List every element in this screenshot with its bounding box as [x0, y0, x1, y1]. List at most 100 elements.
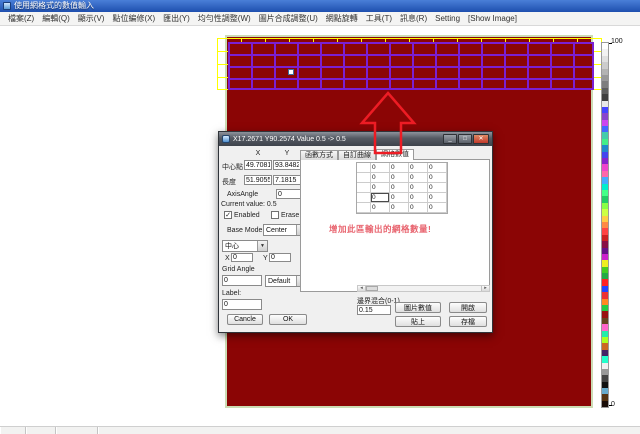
enabled-label: Enabled [234, 212, 260, 219]
menu-item[interactable]: 點位編修(X) [108, 13, 159, 24]
status-segment [26, 427, 56, 434]
tab-strip: 函數方式自訂曲線網格數值 [300, 149, 414, 160]
horizontal-scrollbar[interactable]: ◂ ▸ [357, 285, 490, 292]
length-x-field[interactable] [244, 175, 272, 185]
base-mode-label: Base Mode [227, 227, 262, 234]
table-cell[interactable]: 0 [390, 173, 409, 183]
label-field[interactable] [222, 299, 262, 310]
table-cell[interactable]: 0 [371, 193, 390, 203]
table-cell[interactable] [357, 183, 371, 193]
dialog-icon [222, 135, 230, 143]
table-cell[interactable]: 0 [428, 173, 447, 183]
menu-item[interactable]: 圖片合成調整(U) [255, 13, 322, 24]
offset-x-field[interactable] [231, 253, 253, 262]
table-cell[interactable]: 0 [390, 163, 409, 173]
table-cell[interactable]: 0 [409, 193, 428, 203]
menu-item[interactable]: 匯出(Y) [159, 13, 194, 24]
maximize-button[interactable]: □ [458, 134, 472, 144]
table-cell[interactable]: 0 [371, 163, 390, 173]
label-label: Label: [222, 290, 241, 297]
table-cell[interactable]: 0 [409, 163, 428, 173]
save-button[interactable]: 存檔 [449, 316, 487, 327]
dialog-title: X17.2671 Y90.2574 Value 0.5 -> 0.5 [233, 136, 440, 143]
grid-value-dialog: X17.2671 Y90.2574 Value 0.5 -> 0.5 _ □ ✕… [218, 131, 493, 333]
tab-3[interactable]: 網格數值 [376, 149, 414, 160]
table-cell[interactable]: 0 [428, 193, 447, 203]
table-cell[interactable]: 0 [371, 203, 390, 213]
app-window: 使用網格式的數值輸入 檔案(Z)編輯(Q)顯示(V)點位編修(X)匯出(Y)均勻… [0, 0, 640, 434]
cancel-button[interactable]: Cancle [227, 314, 263, 325]
grid-angle-field[interactable] [222, 275, 262, 286]
menu-bar: 檔案(Z)編輯(Q)顯示(V)點位編修(X)匯出(Y)均勻性調整(W)圖片合成調… [0, 12, 640, 26]
erase-dots-checkbox[interactable] [271, 211, 279, 219]
color-swatch[interactable] [602, 401, 608, 407]
table-cell[interactable] [357, 203, 371, 213]
color-scale-bar[interactable] [601, 42, 609, 408]
menu-item[interactable]: [Show Image] [464, 14, 521, 23]
open-button[interactable]: 開啟 [449, 302, 487, 313]
center-y-field[interactable] [273, 160, 301, 170]
current-value-text: Current value: 0.5 [221, 201, 277, 208]
scroll-right-icon[interactable]: ▸ [481, 286, 489, 291]
table-row: 0000 [357, 203, 447, 213]
scrollbar-thumb[interactable] [366, 286, 378, 291]
anchor-value: 中心 [225, 241, 239, 251]
table-cell[interactable]: 0 [371, 173, 390, 183]
table-cell[interactable]: 0 [428, 163, 447, 173]
close-button[interactable]: ✕ [473, 134, 489, 144]
selected-point-marker[interactable] [288, 69, 294, 75]
window-title: 使用網格式的數值輸入 [14, 2, 94, 10]
chevron-down-icon[interactable]: ▼ [257, 241, 267, 251]
offset-y-field[interactable] [269, 253, 291, 262]
table-cell[interactable]: 0 [409, 183, 428, 193]
table-cell[interactable] [357, 193, 371, 203]
table-cell[interactable]: 0 [371, 183, 390, 193]
status-segment [98, 427, 640, 434]
table-row: 0000 [357, 163, 447, 173]
table-cell[interactable]: 0 [428, 203, 447, 213]
grid-table[interactable]: 00000000000000000000 [356, 162, 448, 214]
offset-x-label: X [225, 255, 230, 262]
table-cell[interactable] [357, 173, 371, 183]
center-label: 中心點 [222, 162, 243, 172]
blend-field[interactable] [357, 305, 391, 315]
length-y-field[interactable] [273, 175, 301, 185]
scroll-left-icon[interactable]: ◂ [358, 286, 366, 291]
table-cell[interactable]: 0 [390, 203, 409, 213]
minimize-button[interactable]: _ [443, 134, 457, 144]
table-cell[interactable] [357, 163, 371, 173]
grid-count-note: 增加此區輸出的網格數量! [329, 223, 431, 235]
anchor-select[interactable]: 中心 ▼ [222, 240, 268, 252]
center-x-field[interactable] [244, 160, 272, 170]
status-bar [0, 426, 640, 434]
length-label: 長度 [222, 177, 236, 187]
menu-item[interactable]: 工具(T) [362, 13, 396, 24]
value-grid-overlay [228, 42, 594, 90]
table-cell[interactable]: 0 [409, 203, 428, 213]
ok-button[interactable]: OK [269, 314, 307, 325]
menu-item[interactable]: 編輯(Q) [38, 13, 74, 24]
status-segment [56, 427, 98, 434]
table-cell[interactable]: 0 [390, 193, 409, 203]
tab-2[interactable]: 自訂曲線 [338, 150, 376, 160]
main-title-bar: 使用網格式的數值輸入 [0, 0, 640, 12]
app-icon [3, 2, 11, 10]
menu-item[interactable]: 均勻性調整(W) [194, 13, 255, 24]
menu-item[interactable]: 訊息(R) [396, 13, 431, 24]
menu-item[interactable]: 顯示(V) [74, 13, 109, 24]
menu-item[interactable]: Setting [431, 14, 464, 23]
color-scale-max-label: 100 [611, 38, 623, 45]
enabled-checkbox[interactable]: ✓ [224, 211, 232, 219]
status-segment [0, 427, 26, 434]
table-cell[interactable]: 0 [390, 183, 409, 193]
image-values-button[interactable]: 圖片數值 [395, 302, 441, 313]
paste-button[interactable]: 貼上 [395, 316, 441, 327]
table-cell[interactable]: 0 [409, 173, 428, 183]
dialog-title-bar[interactable]: X17.2671 Y90.2574 Value 0.5 -> 0.5 _ □ ✕ [219, 132, 492, 146]
tab-1[interactable]: 函數方式 [300, 150, 338, 160]
menu-item[interactable]: 網點旋轉 [322, 13, 362, 24]
menu-item[interactable]: 檔案(Z) [4, 13, 38, 24]
table-cell[interactable]: 0 [428, 183, 447, 193]
table-row: 0000 [357, 183, 447, 193]
table-row: 0000 [357, 193, 447, 203]
